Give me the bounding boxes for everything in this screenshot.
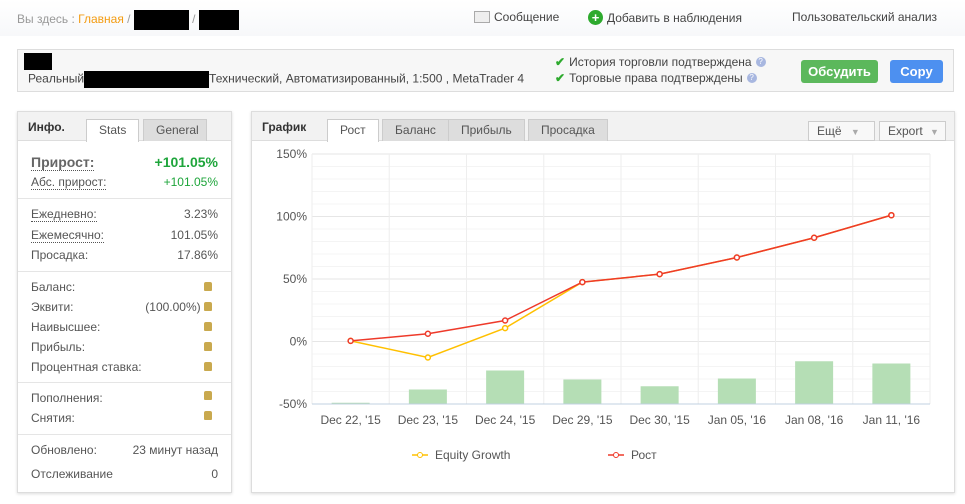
legend-marker bbox=[417, 452, 423, 458]
legend-label: Рост bbox=[631, 448, 657, 462]
legend-label: Equity Growth bbox=[435, 448, 510, 462]
bar bbox=[408, 389, 447, 404]
legend-marker bbox=[613, 452, 619, 458]
y-tick-label: 150% bbox=[276, 147, 307, 161]
data-point bbox=[733, 254, 741, 261]
x-tick-label: Jan 08, '16 bbox=[785, 413, 844, 427]
x-tick-label: Dec 22, '15 bbox=[320, 413, 381, 427]
bar bbox=[717, 378, 756, 404]
x-tick-label: Jan 05, '16 bbox=[708, 413, 767, 427]
bar bbox=[563, 379, 602, 404]
data-point bbox=[501, 324, 509, 332]
data-point bbox=[579, 278, 586, 286]
data-point bbox=[347, 337, 354, 345]
data-point bbox=[888, 211, 895, 219]
x-tick-label: Dec 29, '15 bbox=[552, 413, 613, 427]
x-tick-label: Dec 23, '15 bbox=[398, 413, 459, 427]
data-point bbox=[501, 317, 509, 324]
x-tick-label: Jan 11, '16 bbox=[863, 413, 921, 427]
bar bbox=[486, 370, 525, 404]
x-tick-label: Dec 24, '15 bbox=[475, 413, 536, 427]
bar bbox=[795, 361, 834, 404]
bar bbox=[872, 363, 911, 404]
data-point bbox=[810, 234, 818, 241]
data-point bbox=[656, 270, 663, 278]
y-tick-label: -50% bbox=[279, 397, 307, 411]
y-tick-label: 0% bbox=[290, 335, 308, 349]
x-tick-label: Dec 30, '15 bbox=[629, 413, 690, 427]
data-point bbox=[424, 354, 432, 361]
growth-chart: 150% 100% 50% 0% -50% Dec 22, '15 Dec 23, '15 D… bbox=[276, 147, 931, 462]
y-tick-label: 100% bbox=[276, 210, 307, 224]
y-tick-label: 50% bbox=[283, 272, 307, 286]
data-point bbox=[424, 330, 432, 337]
bar bbox=[640, 386, 679, 404]
